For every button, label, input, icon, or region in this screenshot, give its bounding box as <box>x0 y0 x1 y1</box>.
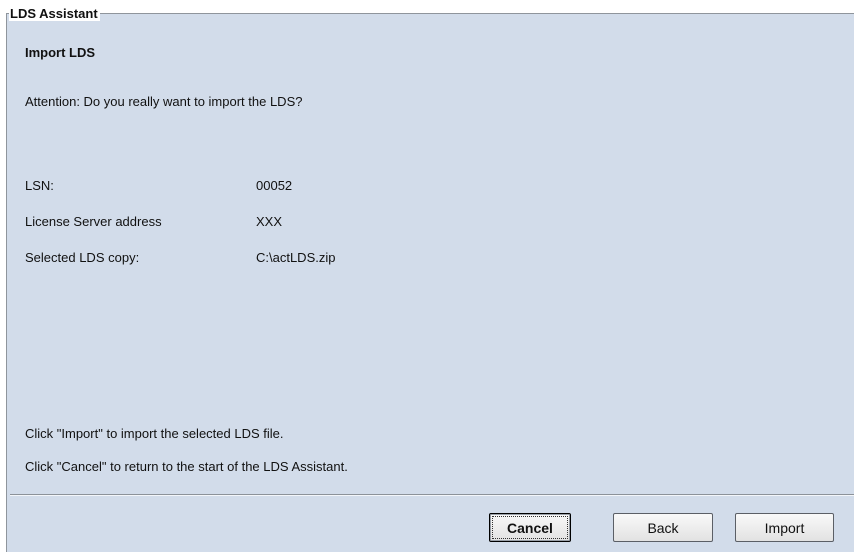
page-heading: Import LDS <box>25 45 96 60</box>
group-title: LDS Assistant <box>9 6 100 21</box>
field-value-selected-copy: C:\actLDS.zip <box>256 250 336 265</box>
import-hint-text: Click "Import" to import the selected LD… <box>25 426 284 441</box>
back-button[interactable]: Back <box>613 513 713 542</box>
title-strip <box>6 0 854 13</box>
field-value-license-server: XXX <box>256 214 283 229</box>
field-label-license-server: License Server address <box>25 214 162 229</box>
field-label-lsn: LSN: <box>25 178 54 193</box>
footer-divider <box>10 494 854 496</box>
cancel-hint-text: Click "Cancel" to return to the start of… <box>25 459 348 474</box>
attention-text: Attention: Do you really want to import … <box>25 94 303 109</box>
cancel-button[interactable]: Cancel <box>489 513 571 542</box>
import-button[interactable]: Import <box>735 513 834 542</box>
field-value-lsn: 00052 <box>256 178 293 193</box>
field-label-selected-copy: Selected LDS copy: <box>25 250 140 265</box>
